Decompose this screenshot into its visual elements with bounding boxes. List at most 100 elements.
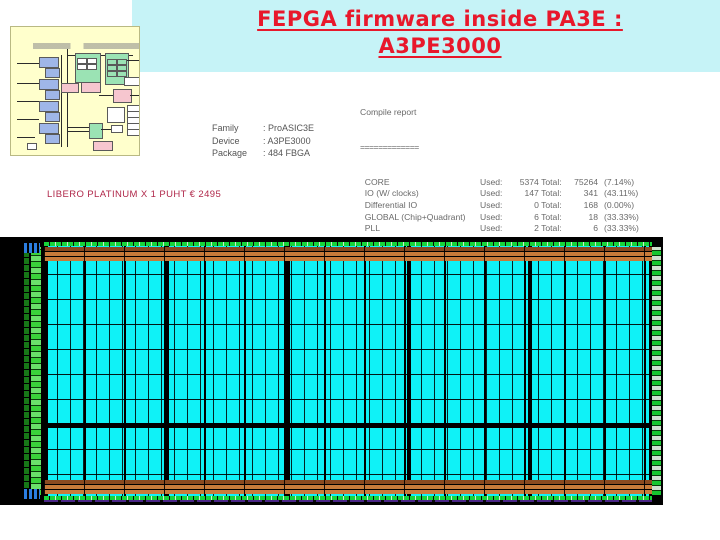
schematic-block xyxy=(45,90,60,100)
compile-report-used-value: 0 xyxy=(534,199,539,210)
compile-report-header: Compile report xyxy=(360,107,417,118)
compile-report-percent: (43.11%) xyxy=(604,188,639,199)
schematic-wire xyxy=(99,95,113,96)
compile-report-resource: GLOBAL (Chip+Quadrant) xyxy=(360,211,466,222)
schematic-block xyxy=(39,123,59,134)
compile-report-row: GLOBAL (Chip+Quadrant) Used: 6 Total: 18 (… xyxy=(360,212,639,224)
compile-report-total-value: 18 xyxy=(588,211,599,222)
schematic-block-jtag xyxy=(93,141,113,151)
compile-report-total-value: 341 xyxy=(583,188,599,199)
footer: LHCb LHCb Olivier Duarte FrontEnd LHCb u… xyxy=(0,505,720,540)
fpga-floorplan-image xyxy=(0,237,663,505)
schematic-diagram xyxy=(10,26,140,156)
compile-report-total-label: Total: xyxy=(538,176,565,187)
compile-report-used-label: Used: xyxy=(480,223,505,234)
device-info-key: Family xyxy=(212,123,239,133)
compile-report-used-value: 6 xyxy=(534,211,539,222)
compile-report-used-value: 147 xyxy=(524,188,539,199)
compile-report-used-value: 2 xyxy=(534,223,539,234)
compile-report-used-label: Used: xyxy=(480,176,505,187)
compile-report-total-label: Total: xyxy=(538,188,565,199)
compile-report-total-value: 168 xyxy=(583,199,599,210)
device-info-row: Package : 484 FBGA xyxy=(212,147,314,160)
compile-report-resource: PLL xyxy=(360,223,381,234)
schematic-wire xyxy=(130,95,139,96)
schematic-wire xyxy=(127,60,139,61)
schematic-block-delay xyxy=(81,82,101,93)
compile-report-percent: (33.33%) xyxy=(604,223,639,234)
compile-report-row: Differential IO Used: 0 Total: 168 (0.00%) xyxy=(360,200,639,212)
schematic-wire xyxy=(101,129,111,130)
fpga-io-bank-top xyxy=(44,247,652,261)
compile-report-total-label: Total: xyxy=(538,223,565,234)
schematic-subblock xyxy=(107,71,117,77)
fpga-corner-pads-top xyxy=(24,243,40,253)
fpga-io-bank-bottom xyxy=(44,480,652,494)
title-line-2: A3PE3000 xyxy=(378,34,502,58)
compile-report-row: PLL Used: 2 Total: 6 (33.33%) xyxy=(360,223,639,235)
compile-report-total-label: Total: xyxy=(538,211,565,222)
schematic-wire xyxy=(17,83,39,84)
compile-report-used-label: Used: xyxy=(480,211,505,222)
title-line-1: FEPGA firmware inside PA3E : xyxy=(257,7,623,31)
schematic-block-control xyxy=(61,83,79,93)
device-info-row: Family : ProASIC3E xyxy=(212,122,314,135)
schematic-subblock xyxy=(111,125,123,133)
device-info-value: : A3PE3000 xyxy=(263,135,311,146)
slide: FEPGA firmware inside PA3E : A3PE3000 Fa… xyxy=(0,0,720,540)
device-info-row: Device : A3PE3000 xyxy=(212,135,314,148)
schematic-block xyxy=(45,68,60,78)
schematic-block xyxy=(39,57,59,68)
schematic-wire xyxy=(67,127,89,128)
compile-report-row: CORE Used: 5374 Total: 75264 (7.14%) xyxy=(360,177,639,189)
compile-report-percent: (7.14%) xyxy=(604,176,635,187)
compile-report-resource: IO (W/ clocks) xyxy=(360,188,419,199)
schematic-block xyxy=(45,112,60,122)
schematic-wire xyxy=(17,119,39,120)
fpga-io-rail-left xyxy=(31,247,41,495)
fpga-floorplan-inner xyxy=(0,237,663,505)
libero-license-note: LIBERO PLATINUM X 1 PUHT € 2495 xyxy=(47,189,222,200)
compile-report-row: IO (W/ clocks) Used: 147 Total: 341 (43.11… xyxy=(360,188,639,200)
fpga-io-rail-right xyxy=(652,247,661,495)
fpga-io-rail-top xyxy=(44,242,652,246)
schematic-caption-bar xyxy=(33,43,139,49)
compile-report-percent: (33.33%) xyxy=(604,211,639,222)
compile-report-used-value: 5374 xyxy=(519,176,539,187)
compile-report-used-label: Used: xyxy=(480,199,505,210)
schematic-block-serial xyxy=(89,123,103,139)
fpga-bottom-trace xyxy=(44,500,652,502)
compile-report-resource: CORE xyxy=(360,176,390,187)
schematic-block-ecs xyxy=(107,107,125,123)
schematic-block-gol xyxy=(124,77,139,86)
schematic-block xyxy=(45,134,60,144)
device-info-value: : ProASIC3E xyxy=(263,123,315,133)
schematic-bus xyxy=(67,49,68,147)
schematic-subblock xyxy=(77,64,87,70)
compile-report-rule: ============= xyxy=(360,141,419,152)
schematic-block xyxy=(39,79,59,90)
device-info-value: : 484 FBGA xyxy=(263,148,311,158)
fpga-grid-banks xyxy=(44,242,652,500)
schematic-wire xyxy=(67,131,89,132)
fpga-io-rail-left-outer xyxy=(24,247,29,495)
schematic-wire xyxy=(17,101,39,102)
schematic-legend xyxy=(27,143,37,150)
device-info-key: Package xyxy=(212,148,248,158)
device-info: Family : ProASIC3E Device : A3PE3000 Pac… xyxy=(212,122,314,160)
device-info-key: Device xyxy=(212,135,240,146)
page-title: FEPGA firmware inside PA3E : A3PE3000 xyxy=(190,6,690,60)
schematic-bus xyxy=(61,55,62,147)
compile-report-percent: (0.00%) xyxy=(604,199,635,210)
fpga-corner-pads-bottom xyxy=(24,489,40,499)
fpga-mid-split xyxy=(44,423,652,428)
compile-report-total-value: 6 xyxy=(593,223,599,234)
schematic-subblock xyxy=(87,64,97,70)
compile-report-total-label: Total: xyxy=(538,199,565,210)
schematic-wire xyxy=(17,137,35,138)
compile-report-resource: Differential IO xyxy=(360,199,418,210)
schematic-register xyxy=(127,129,139,136)
schematic-wire xyxy=(17,63,39,64)
schematic-block xyxy=(39,101,59,112)
compile-report-total-value: 75264 xyxy=(574,176,599,187)
